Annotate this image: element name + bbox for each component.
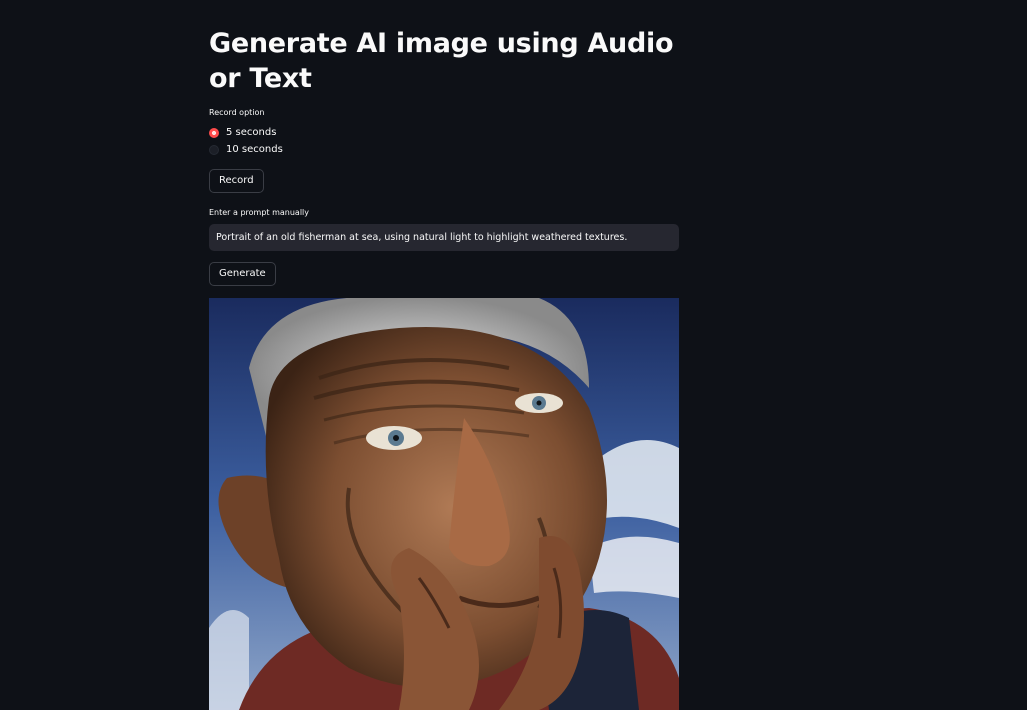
generated-image [209,298,679,710]
prompt-label: Enter a prompt manually [209,208,310,217]
radio-option-label: 5 seconds [226,127,277,138]
page-title: Generate AI image using Audio or Text [209,28,674,94]
record-option-label: Record option [209,108,265,117]
radio-selected-icon[interactable] [209,128,219,138]
radio-unselected-icon[interactable] [209,145,219,155]
generate-button[interactable]: Generate [209,262,276,286]
fisherman-portrait-image [209,298,679,710]
radio-option-5-seconds[interactable]: 5 seconds [209,125,276,141]
prompt-input[interactable] [209,224,679,251]
radio-option-10-seconds[interactable]: 10 seconds [209,142,283,158]
record-button[interactable]: Record [209,169,264,193]
radio-option-label: 10 seconds [226,144,283,155]
